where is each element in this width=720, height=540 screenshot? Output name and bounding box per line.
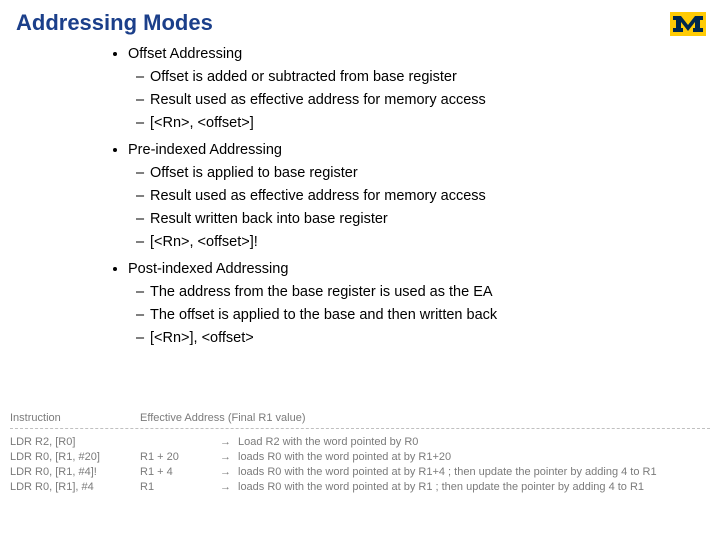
arrow-icon: → xyxy=(220,450,238,465)
section-postindexed: Post-indexed Addressing The address from… xyxy=(128,259,680,349)
th-instruction: Instruction xyxy=(10,412,140,424)
cell-ea: R1 + 20 xyxy=(140,450,220,465)
arrow-icon: → xyxy=(220,465,238,480)
section-heading: Post-indexed Addressing xyxy=(128,261,288,277)
example-table: Instruction Effective Address (Final R1 … xyxy=(10,412,710,494)
cell-instr: LDR R2, [R0] xyxy=(10,435,140,450)
list-item: Offset is applied to base register xyxy=(150,163,680,184)
section-offset: Offset Addressing Offset is added or sub… xyxy=(128,44,680,134)
cell-desc: loads R0 with the word pointed at by R1+… xyxy=(238,450,710,465)
table-separator xyxy=(10,428,710,429)
cell-ea: R1 + 4 xyxy=(140,465,220,480)
list-item: The offset is applied to the base and th… xyxy=(150,305,680,326)
page-title: Addressing Modes xyxy=(16,10,213,36)
section-preindexed: Pre-indexed Addressing Offset is applied… xyxy=(128,140,680,253)
list-item: Result used as effective address for mem… xyxy=(150,186,680,207)
umich-logo xyxy=(670,12,706,36)
section-heading: Pre-indexed Addressing xyxy=(128,142,282,158)
section-heading: Offset Addressing xyxy=(128,46,242,62)
cell-instr: LDR R0, [R1], #4 xyxy=(10,480,140,495)
sub-list: The address from the base register is us… xyxy=(128,282,680,349)
cell-desc: loads R0 with the word pointed at by R1+… xyxy=(238,465,710,480)
cell-desc: loads R0 with the word pointed at by R1 … xyxy=(238,480,710,495)
table-row: LDR R0, [R1, #4]! R1 + 4 → loads R0 with… xyxy=(10,465,710,480)
top-list: Offset Addressing Offset is added or sub… xyxy=(100,44,680,349)
table-row: LDR R2, [R0] → Load R2 with the word poi… xyxy=(10,435,710,450)
th-ea: Effective Address (Final R1 value) xyxy=(140,412,710,424)
arrow-icon: → xyxy=(220,480,238,495)
arrow-icon: → xyxy=(220,435,238,450)
table-header: Instruction Effective Address (Final R1 … xyxy=(10,412,710,424)
block-m-icon xyxy=(670,12,706,36)
sub-list: Offset is added or subtracted from base … xyxy=(128,67,680,134)
list-item: [<Rn>, <offset>] xyxy=(150,113,680,134)
slide: Addressing Modes Offset Addressing Offse… xyxy=(0,0,720,540)
list-item: [<Rn>, <offset>]! xyxy=(150,232,680,253)
cell-desc: Load R2 with the word pointed by R0 xyxy=(238,435,710,450)
table-row: LDR R0, [R1, #20] R1 + 20 → loads R0 wit… xyxy=(10,450,710,465)
bullet-content: Offset Addressing Offset is added or sub… xyxy=(100,44,680,355)
list-item: The address from the base register is us… xyxy=(150,282,680,303)
cell-instr: LDR R0, [R1, #4]! xyxy=(10,465,140,480)
list-item: Offset is added or subtracted from base … xyxy=(150,67,680,88)
list-item: [<Rn>], <offset> xyxy=(150,328,680,349)
sub-list: Offset is applied to base register Resul… xyxy=(128,163,680,253)
list-item: Result written back into base register xyxy=(150,209,680,230)
list-item: Result used as effective address for mem… xyxy=(150,90,680,111)
cell-ea: R1 xyxy=(140,480,220,495)
table-row: LDR R0, [R1], #4 R1 → loads R0 with the … xyxy=(10,480,710,495)
cell-instr: LDR R0, [R1, #20] xyxy=(10,450,140,465)
